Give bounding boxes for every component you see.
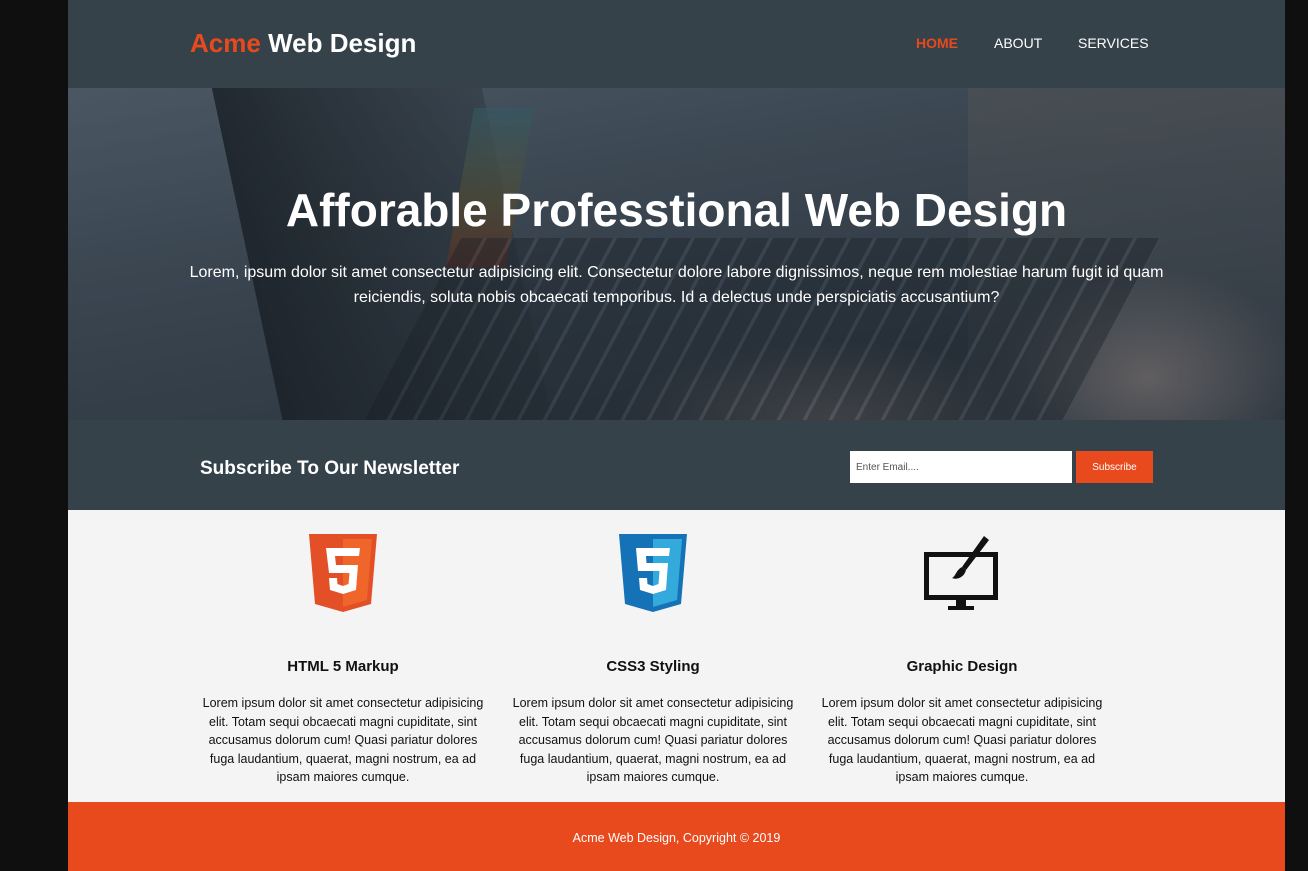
nav-item-services[interactable]: SERVICES xyxy=(1078,35,1149,51)
page: Acme Web Design HOME ABOUT SERVICES Affo… xyxy=(68,0,1285,871)
hero-description: Lorem, ipsum dolor sit amet consectetur … xyxy=(189,264,1164,306)
nav-item-home[interactable]: HOME xyxy=(916,35,958,51)
feature-title: HTML 5 Markup xyxy=(287,658,399,675)
newsletter-title: Subscribe To Our Newsletter xyxy=(200,458,460,479)
hero-title: Afforable Professtional Web Design xyxy=(285,184,1068,236)
feature-description: Lorem ipsum dolor sit amet consectetur a… xyxy=(202,696,484,784)
feature-box-graphic-design: Graphic Design Lorem ipsum dolor sit ame… xyxy=(817,534,1107,784)
feature-description: Lorem ipsum dolor sit amet consectetur a… xyxy=(821,696,1103,784)
html5-icon xyxy=(309,534,377,612)
site-footer: Acme Web Design, Copyright © 2019 xyxy=(68,802,1285,871)
features-section: HTML 5 Markup Lorem ipsum dolor sit amet… xyxy=(68,510,1285,802)
copyright-text: Acme Web Design, Copyright © 2019 xyxy=(572,831,781,845)
feature-title: CSS3 Styling xyxy=(606,658,700,675)
feature-box-html5: HTML 5 Markup Lorem ipsum dolor sit amet… xyxy=(198,534,488,784)
site-header: Acme Web Design HOME ABOUT SERVICES xyxy=(68,0,1285,88)
graphic-design-icon xyxy=(924,536,998,610)
feature-title: Graphic Design xyxy=(906,658,1018,675)
email-input[interactable] xyxy=(850,451,1072,483)
branding[interactable]: Acme Web Design xyxy=(190,28,416,59)
hero-overlay xyxy=(68,88,1285,420)
feature-box-css3: CSS3 Styling Lorem ipsum dolor sit amet … xyxy=(508,534,798,784)
brand-accent-text: Acme xyxy=(190,28,261,58)
feature-description: Lorem ipsum dolor sit amet consectetur a… xyxy=(512,696,794,784)
showcase-hero: Afforable Professtional Web Design Lorem… xyxy=(68,88,1285,420)
newsletter-section: Subscribe To Our Newsletter Subscribe xyxy=(68,420,1285,510)
nav-item-about[interactable]: ABOUT xyxy=(994,35,1042,51)
css3-icon xyxy=(619,534,687,612)
brand-name-text: Web Design xyxy=(268,28,417,58)
subscribe-button[interactable]: Subscribe xyxy=(1076,451,1153,483)
